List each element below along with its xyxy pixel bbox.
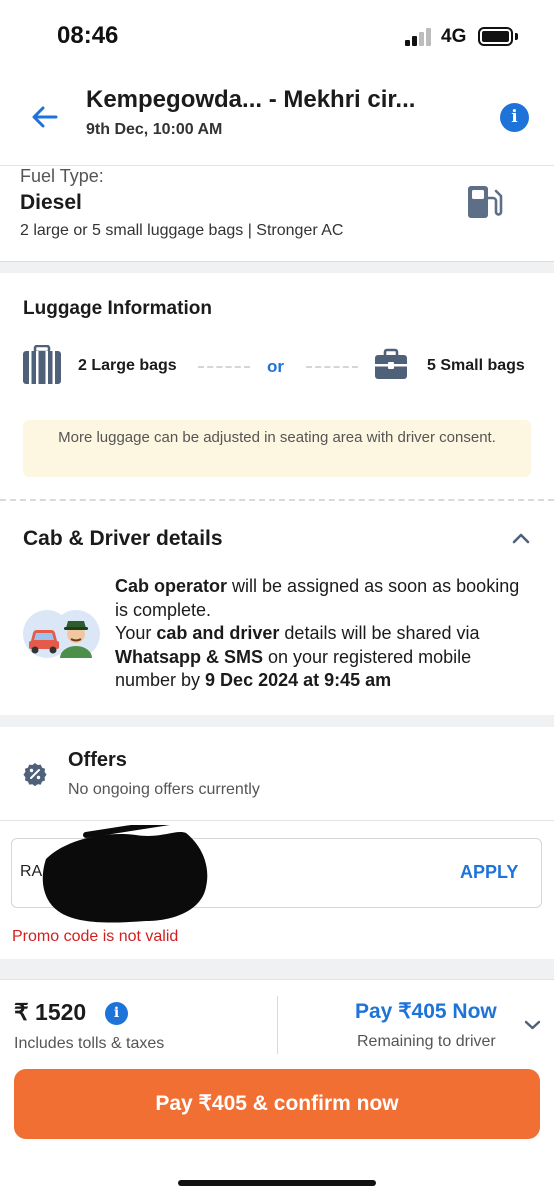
status-time: 08:46 xyxy=(57,22,119,49)
fuel-type-value: Diesel xyxy=(20,191,82,214)
battery-tip xyxy=(515,33,518,40)
confirm-pay-button[interactable]: Pay ₹405 & confirm now xyxy=(14,1069,540,1139)
share-deadline: 9 Dec 2024 at 9:45 am xyxy=(205,670,392,690)
discount-badge-icon xyxy=(23,763,47,786)
network-type: 4G xyxy=(441,26,467,47)
dashed-connector xyxy=(306,366,358,368)
signal-icon xyxy=(405,28,435,46)
app-header: Kempegowda... - Mekhri cir... 9th Dec, 1… xyxy=(0,70,554,166)
large-bags-label: 2 Large bags xyxy=(78,357,177,374)
dashed-connector xyxy=(198,366,250,368)
pay-now-option[interactable]: Pay ₹405 Now xyxy=(355,999,497,1024)
share-text-start: Your xyxy=(115,623,157,643)
small-bags-label: 5 Small bags xyxy=(427,357,525,374)
status-bar: 08:46 4G xyxy=(0,0,554,70)
cab-driver-section: Cab & Driver details Cab operator will b… xyxy=(0,503,554,715)
home-indicator xyxy=(178,1180,376,1186)
luggage-section: Luggage Information 2 Large bags or 5 Sm… xyxy=(0,273,554,501)
fuel-section: Fuel Type: Diesel 2 large or 5 small lug… xyxy=(0,166,554,261)
vertical-divider xyxy=(277,996,278,1054)
suitcase-icon xyxy=(23,345,61,384)
chevron-down-icon[interactable] xyxy=(524,1019,541,1031)
luggage-note: More luggage can be adjusted in seating … xyxy=(23,420,531,477)
info-icon[interactable]: i xyxy=(500,103,529,132)
section-divider xyxy=(0,261,554,273)
trip-datetime: 9th Dec, 10:00 AM xyxy=(86,121,223,138)
payment-footer: ₹ 1520 i Includes tolls & taxes Pay ₹405… xyxy=(0,979,554,1200)
whatsapp-sms-label: Whatsapp & SMS xyxy=(115,646,264,667)
briefcase-icon xyxy=(375,348,407,379)
fuel-pump-icon xyxy=(468,186,503,218)
section-divider xyxy=(0,959,554,979)
or-separator: or xyxy=(267,357,284,376)
apply-button[interactable]: APPLY xyxy=(460,862,518,883)
info-icon[interactable]: i xyxy=(105,1002,128,1025)
chevron-up-icon[interactable] xyxy=(511,531,531,545)
share-text-mid: details will be shared via xyxy=(279,623,480,643)
promo-code-box: APPLY xyxy=(11,825,542,923)
cab-driver-title: Cab & Driver details xyxy=(23,527,223,550)
cab-driver-illustration xyxy=(23,610,100,658)
pay-now-note: Remaining to driver xyxy=(357,1033,496,1050)
offers-section: Offers No ongoing offers currently APPLY… xyxy=(0,727,554,959)
offers-divider xyxy=(0,820,554,821)
redaction-scribble xyxy=(42,825,208,923)
arrow-left-icon[interactable] xyxy=(30,102,60,132)
battery-icon xyxy=(478,27,513,46)
total-fare: ₹ 1520 xyxy=(14,999,87,1025)
cab-driver-message: Cab operator will be assigned as soon as… xyxy=(115,575,535,693)
offers-subtitle: No ongoing offers currently xyxy=(68,781,260,798)
fuel-description: 2 large or 5 small luggage bags | Strong… xyxy=(20,222,344,239)
promo-error-message: Promo code is not valid xyxy=(12,928,179,945)
cab-operator-label: Cab operator xyxy=(115,576,228,596)
luggage-title: Luggage Information xyxy=(23,298,212,319)
section-divider xyxy=(0,715,554,727)
total-fare-note: Includes tolls & taxes xyxy=(14,1035,165,1052)
offers-title: Offers xyxy=(68,749,127,771)
fuel-type-label: Fuel Type: xyxy=(20,166,104,186)
cab-and-driver-label: cab and driver xyxy=(156,623,280,643)
route-title: Kempegowda... - Mekhri cir... xyxy=(86,86,416,113)
